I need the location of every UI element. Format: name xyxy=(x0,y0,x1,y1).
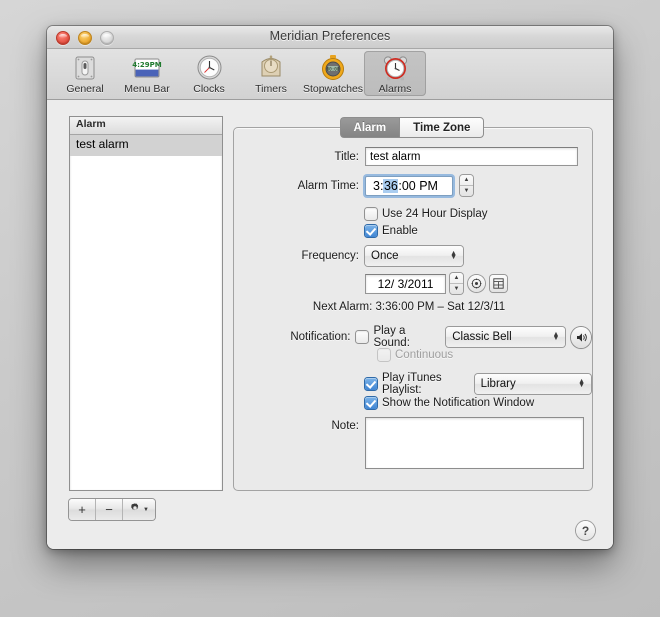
switch-icon xyxy=(54,53,116,82)
next-alarm-text: Next Alarm: 3:36:00 PM – Sat 12/3/11 xyxy=(312,301,506,313)
frequency-row: Frequency: Once ▲ ▼ xyxy=(233,246,591,266)
title-label: Title: xyxy=(334,150,360,163)
remove-alarm-button[interactable]: − xyxy=(96,499,123,520)
play-sound-checkbox[interactable] xyxy=(356,331,369,343)
pane-tabs: Alarm Time Zone xyxy=(233,117,591,138)
note-row: Note: xyxy=(233,417,591,469)
alarm-time-input[interactable]: 3 : 36 : 00 PM xyxy=(365,175,453,196)
alarm-time-row: Alarm Time: 3 : 36 : 00 PM ▲ ▼ xyxy=(233,175,591,196)
toolbar-item-menu-bar[interactable]: 4:29PM Menu Bar xyxy=(116,51,178,96)
window-title: Meridian Preferences xyxy=(269,29,391,43)
playlist-select[interactable]: Library ▲ ▼ xyxy=(474,374,591,394)
show-notification-label: Show the Notification Window xyxy=(382,397,535,409)
play-itunes-label: Play iTunes Playlist: xyxy=(382,372,442,396)
svg-text:4:29PM: 4:29PM xyxy=(132,61,162,69)
sound-select[interactable]: Classic Bell ▲ ▼ xyxy=(446,327,566,347)
use-24-hour-row[interactable]: Use 24 Hour Display xyxy=(365,208,487,220)
date-row: ▲ ▼ xyxy=(365,273,507,294)
alarm-form: Title: Alarm Time: 3 : 36 : 00 PM ▲ ▼ xyxy=(233,127,591,489)
clock-picker-button[interactable] xyxy=(468,275,485,292)
play-itunes-checkbox[interactable] xyxy=(365,378,377,390)
alarm-time-stepper[interactable]: ▲ ▼ xyxy=(460,175,473,196)
enable-checkbox[interactable] xyxy=(365,225,377,237)
alarm-time-second[interactable]: 00 xyxy=(402,179,416,193)
toolbar-item-label: Stopwatches xyxy=(302,83,364,95)
tab-time-zone[interactable]: Time Zone xyxy=(399,117,485,138)
calendar-icon xyxy=(493,278,504,289)
notification-label: Notification: xyxy=(290,331,351,343)
toolbar-item-stopwatches[interactable]: 00:00 Stopwatches xyxy=(302,51,364,96)
alarm-list[interactable]: Alarm test alarm xyxy=(69,116,223,491)
toolbar-item-label: Menu Bar xyxy=(124,83,170,95)
play-sound-label: Play a Sound: xyxy=(373,325,410,349)
toolbar-item-label: Alarms xyxy=(378,83,412,95)
playlist-value: Library xyxy=(480,378,516,390)
gear-icon xyxy=(129,502,141,517)
frequency-label: Frequency: xyxy=(301,250,359,262)
continuous-label: Continuous xyxy=(395,349,454,361)
alarm-list-header: Alarm xyxy=(70,117,222,135)
stepper-down-icon[interactable]: ▼ xyxy=(460,186,473,196)
menubar-clock-icon: 4:29PM xyxy=(116,53,178,82)
show-notification-checkbox[interactable] xyxy=(365,397,377,409)
stepper-up-icon[interactable]: ▲ xyxy=(450,273,463,284)
date-input[interactable] xyxy=(365,273,446,294)
use-24-hour-checkbox[interactable] xyxy=(365,208,377,220)
title-input[interactable] xyxy=(365,147,578,166)
alarm-time-meridiem[interactable]: PM xyxy=(416,179,438,193)
toolbar-item-alarms[interactable]: Alarms xyxy=(364,51,426,96)
date-stepper[interactable]: ▲ ▼ xyxy=(450,273,463,294)
next-alarm-row: Next Alarm: 3:36:00 PM – Sat 12/3/11 xyxy=(233,301,591,313)
stepper-up-icon[interactable]: ▲ xyxy=(460,175,473,186)
toolbar-item-label: Clocks xyxy=(193,83,225,95)
toolbar-item-label: Timers xyxy=(255,83,287,95)
use-24-hour-label: Use 24 Hour Display xyxy=(382,208,488,220)
chevron-updown-icon: ▲ ▼ xyxy=(578,378,585,389)
preferences-content: Alarm test alarm + − ▼ ? Alarm Time Zone… xyxy=(47,100,613,549)
tab-alarm[interactable]: Alarm xyxy=(339,117,400,138)
timer-icon xyxy=(240,53,302,82)
svg-text:00:00: 00:00 xyxy=(327,66,340,72)
chevron-down-icon: ▼ xyxy=(143,506,149,513)
continuous-row: Continuous xyxy=(378,349,453,361)
enable-label: Enable xyxy=(382,225,418,237)
continuous-checkbox xyxy=(378,349,390,361)
calendar-picker-button[interactable] xyxy=(490,275,507,292)
play-sound-row: Notification: Play a Sound: Classic Bell… xyxy=(233,325,591,349)
frequency-select[interactable]: Once ▲ ▼ xyxy=(365,246,463,266)
alarm-list-actions: + − ▼ xyxy=(69,499,155,520)
enable-row[interactable]: Enable xyxy=(365,225,418,237)
clock-icon xyxy=(178,53,240,82)
note-label: Note: xyxy=(331,420,360,432)
toolbar-item-general[interactable]: General xyxy=(54,51,116,96)
sound-value: Classic Bell xyxy=(452,331,512,343)
note-textarea[interactable] xyxy=(365,417,584,469)
window-titlebar: Meridian Preferences xyxy=(47,26,613,49)
preview-sound-button[interactable] xyxy=(571,326,591,348)
chevron-updown-icon: ▲ ▼ xyxy=(552,331,560,342)
stepper-down-icon[interactable]: ▼ xyxy=(450,284,463,294)
alarm-time-minute[interactable]: 36 xyxy=(383,178,399,193)
play-itunes-row: Play iTunes Playlist: Library ▲ ▼ xyxy=(365,372,591,396)
toolbar-item-label: General xyxy=(66,83,104,95)
alarm-clock-icon xyxy=(364,53,426,82)
preferences-toolbar: General 4:29PM Menu Bar Clocks Timers 00… xyxy=(47,49,613,100)
title-row: Title: xyxy=(233,147,591,166)
clock-face-icon xyxy=(471,278,482,289)
toolbar-item-timers[interactable]: Timers xyxy=(240,51,302,96)
show-notification-row[interactable]: Show the Notification Window xyxy=(365,397,534,409)
add-alarm-button[interactable]: + xyxy=(69,499,96,520)
stopwatch-icon: 00:00 xyxy=(302,53,364,82)
chevron-updown-icon: ▲ ▼ xyxy=(450,250,457,261)
toolbar-item-clocks[interactable]: Clocks xyxy=(178,51,240,96)
alarm-time-hour[interactable]: 3 xyxy=(373,179,380,193)
preferences-window: Meridian Preferences General 4:29PM Menu… xyxy=(47,26,613,549)
list-item[interactable]: test alarm xyxy=(70,135,222,156)
alarm-action-menu-button[interactable]: ▼ xyxy=(123,499,155,520)
speaker-icon xyxy=(576,332,587,342)
help-button[interactable]: ? xyxy=(576,521,595,540)
alarm-time-label: Alarm Time: xyxy=(297,179,359,192)
frequency-value: Once xyxy=(371,250,399,262)
